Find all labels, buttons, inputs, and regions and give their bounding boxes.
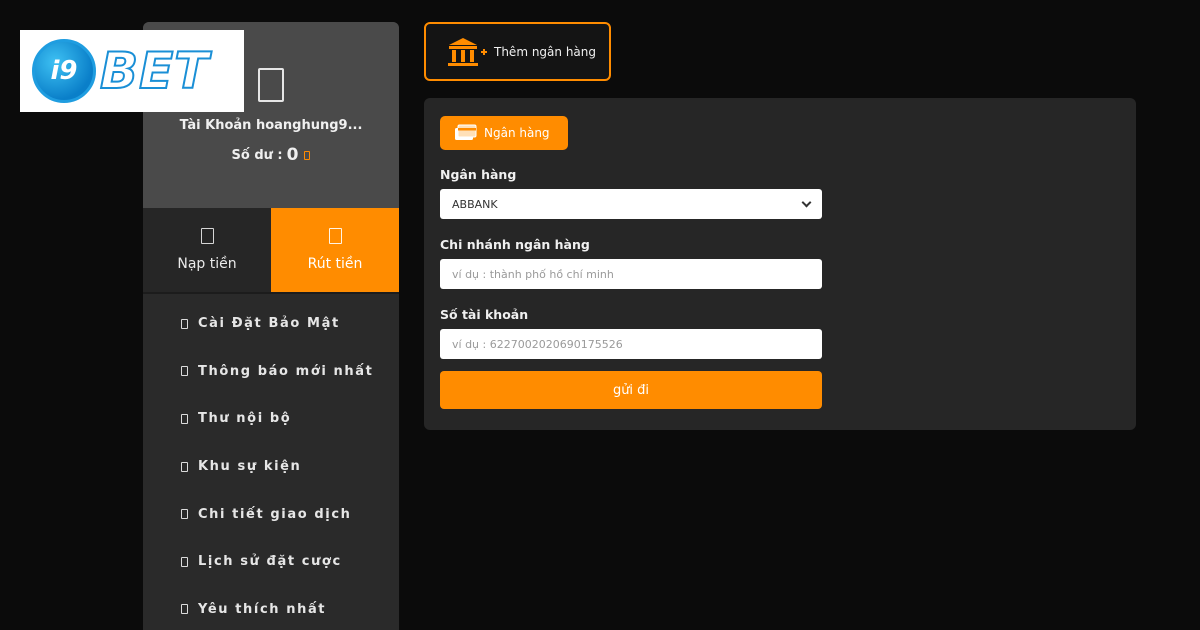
account-menu: Cài Đặt Bảo Mật Thông báo mới nhất Thư n… <box>143 294 399 630</box>
tab-bank-label: Ngân hàng <box>484 126 550 140</box>
account-number-label: Số tài khoản <box>440 307 529 322</box>
bell-icon <box>181 366 188 377</box>
submit-button[interactable]: gửi đi <box>440 371 822 409</box>
branch-input[interactable]: ví dụ : thành phố hồ chí minh <box>440 259 822 289</box>
account-number-placeholder: ví dụ : 6227002020690175526 <box>452 337 623 351</box>
menu-item-latest-notifications[interactable]: Thông báo mới nhất <box>143 348 399 396</box>
mail-icon <box>181 413 188 424</box>
logo-badge: i9 <box>32 39 96 103</box>
menu-item-events[interactable]: Khu sự kiện <box>143 443 399 491</box>
balance: Số dư : 0 <box>232 145 311 165</box>
add-bank-button[interactable]: Thêm ngân hàng <box>424 22 611 81</box>
account-number-input[interactable]: ví dụ : 6227002020690175526 <box>440 329 822 359</box>
bank-card-icon <box>455 124 477 140</box>
add-bank-label: Thêm ngân hàng <box>494 44 596 59</box>
brand-logo[interactable]: i9 BET <box>20 30 244 112</box>
menu-item-favorites[interactable]: Yêu thích nhất <box>143 586 399 630</box>
menu-item-label: Thư nội bộ <box>198 411 292 427</box>
menu-item-label: Yêu thích nhất <box>198 601 327 617</box>
tab-deposit[interactable]: Nạp tiền <box>143 208 271 294</box>
menu-item-label: Khu sự kiện <box>198 459 302 475</box>
wallet-tabs: Nạp tiền Rút tiền <box>143 208 399 294</box>
chevron-down-icon <box>801 197 812 207</box>
lock-icon <box>181 318 188 329</box>
logo-text: BET <box>99 41 210 101</box>
menu-item-bet-history[interactable]: Lịch sử đặt cược <box>143 538 399 586</box>
submit-label: gửi đi <box>612 382 650 398</box>
bank-add-icon <box>448 37 487 66</box>
balance-label: Số dư : <box>231 147 283 163</box>
menu-item-inbox[interactable]: Thư nội bộ <box>143 395 399 443</box>
history-icon <box>181 556 188 567</box>
balance-value: 0 <box>286 145 299 165</box>
tab-withdraw-label: Rút tiền <box>307 256 363 272</box>
withdraw-icon <box>328 228 342 244</box>
deposit-icon <box>200 228 214 244</box>
avatar-icon <box>258 68 284 102</box>
tab-withdraw[interactable]: Rút tiền <box>271 208 399 294</box>
refresh-balance-icon[interactable] <box>304 150 311 160</box>
menu-item-security-settings[interactable]: Cài Đặt Bảo Mật <box>143 300 399 348</box>
menu-item-label: Cài Đặt Bảo Mật <box>198 316 340 332</box>
account-sidebar: Tài Khoản hoanghung9... Số dư : 0 Nạp ti… <box>143 22 399 630</box>
menu-item-label: Thông báo mới nhất <box>198 363 374 379</box>
heart-icon <box>181 604 188 615</box>
account-name: Tài Khoản hoanghung9... <box>179 118 363 133</box>
menu-item-label: Chi tiết giao dịch <box>198 506 352 522</box>
bank-select[interactable]: ABBANK <box>440 189 822 219</box>
branch-placeholder: ví dụ : thành phố hồ chí minh <box>452 267 614 281</box>
bank-select-value: ABBANK <box>452 197 498 211</box>
gift-icon <box>181 461 188 472</box>
bank-form-panel: Ngân hàng Ngân hàng ABBANK Chi nhánh ngâ… <box>424 98 1136 430</box>
receipt-icon <box>181 509 188 520</box>
menu-item-transaction-details[interactable]: Chi tiết giao dịch <box>143 490 399 538</box>
tab-bank[interactable]: Ngân hàng <box>440 116 568 150</box>
branch-label: Chi nhánh ngân hàng <box>440 237 590 252</box>
bank-select-label: Ngân hàng <box>440 167 517 182</box>
tab-deposit-label: Nạp tiền <box>177 256 237 272</box>
menu-item-label: Lịch sử đặt cược <box>198 554 342 570</box>
